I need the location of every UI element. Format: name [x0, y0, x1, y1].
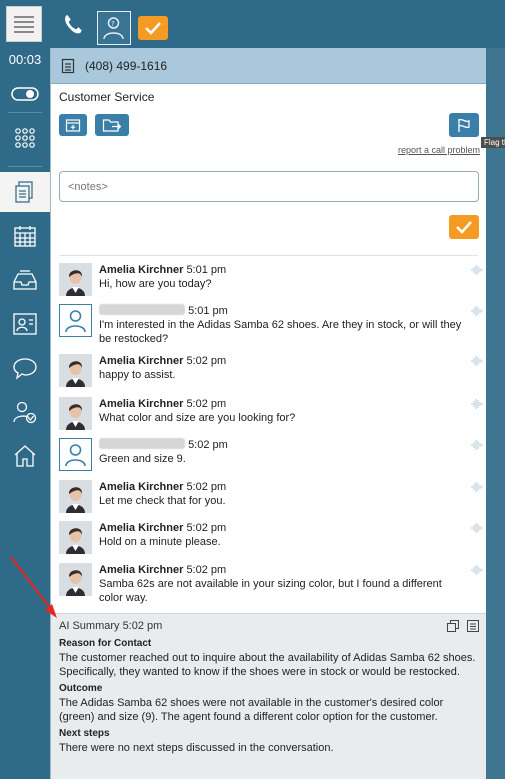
interaction-panel: (408) 499-1616 Customer Service report a…	[50, 48, 487, 779]
checkmark-icon	[145, 22, 161, 35]
message-text: Hi, how are you today?	[99, 278, 212, 290]
ready-check-button[interactable]	[138, 16, 168, 40]
call-timer: 00:03	[8, 52, 42, 67]
sidebar-item-agent-status[interactable]	[0, 392, 50, 432]
audio-wave-icon[interactable]	[471, 264, 483, 276]
message-sender: Amelia Kirchner	[99, 398, 184, 410]
notes-input[interactable]	[59, 171, 479, 202]
flag-tooltip: Flag the call	[481, 137, 505, 148]
redacted-customer-name	[99, 438, 185, 449]
flag-call-button[interactable]	[449, 113, 479, 137]
notes-icon[interactable]	[467, 620, 479, 632]
message-time: 5:02 pm	[186, 481, 227, 493]
chat-bubble-icon	[13, 358, 37, 380]
customer-avatar	[59, 304, 92, 337]
sidebar-item-dialpad[interactable]	[0, 118, 50, 158]
message-text: I'm interested in the Adidas Samba 62 sh…	[99, 319, 462, 345]
audio-wave-icon[interactable]	[471, 439, 483, 451]
audio-wave-icon[interactable]	[471, 305, 483, 317]
agent-person-icon: ?	[103, 17, 124, 40]
right-edge	[486, 48, 505, 779]
user-check-icon	[13, 401, 37, 424]
message-time: 5:01 pm	[188, 305, 228, 317]
calendar-add-icon	[65, 119, 81, 132]
audio-wave-icon[interactable]	[471, 564, 483, 576]
message-time: 5:01 pm	[186, 264, 227, 276]
svg-text:?: ?	[111, 20, 115, 28]
agent-avatar	[59, 480, 92, 513]
message-sender: Amelia Kirchner	[99, 355, 184, 367]
sidebar-item-inbox[interactable]	[0, 260, 50, 300]
message-sender: Amelia Kirchner	[99, 522, 184, 534]
audio-wave-icon[interactable]	[471, 398, 483, 410]
toggle-icon	[11, 87, 39, 101]
document-icon	[61, 58, 75, 73]
sidebar-item-calendar[interactable]	[0, 216, 50, 256]
message-text: Let me check that for you.	[99, 495, 226, 507]
dialpad-icon	[15, 128, 35, 148]
message-time: 5:02 pm	[188, 439, 228, 451]
message-time: 5:02 pm	[186, 564, 227, 576]
agent-avatar	[59, 521, 92, 554]
inbox-icon	[13, 270, 37, 290]
flag-icon	[458, 118, 470, 132]
audio-wave-icon[interactable]	[471, 481, 483, 493]
audio-wave-icon[interactable]	[471, 355, 483, 367]
phone-number: (408) 499-1616	[85, 58, 168, 73]
redacted-customer-name	[99, 304, 185, 315]
disposition-button[interactable]	[95, 114, 129, 136]
outcome-heading: Outcome	[59, 683, 103, 694]
message-time: 5:02 pm	[186, 355, 227, 367]
next-steps-text: There were no next steps discussed in th…	[59, 742, 334, 754]
sidebar-item-contacts[interactable]	[0, 304, 50, 344]
sidebar: 00:03	[0, 48, 50, 779]
reason-heading: Reason for Contact	[59, 638, 152, 649]
checkmark-icon	[456, 221, 472, 234]
agent-avatar	[59, 354, 92, 387]
phone-icon[interactable]	[60, 12, 86, 38]
message-text: happy to assist.	[99, 369, 176, 381]
sidebar-item-interactions[interactable]	[0, 172, 50, 212]
ai-summary: AI Summary 5:02 pm Reason for Contact Th…	[51, 613, 487, 779]
sidebar-item-home[interactable]	[0, 436, 50, 476]
divider	[59, 255, 478, 256]
agent-avatar	[59, 397, 92, 430]
sidebar-toggle[interactable]	[0, 74, 50, 114]
queue-name: Customer Service	[59, 90, 155, 104]
message-text: Samba 62s are not available in your sizi…	[99, 578, 442, 604]
agent-avatar	[59, 263, 92, 296]
agent-avatar	[59, 563, 92, 596]
message-text: Hold on a minute please.	[99, 536, 221, 548]
copy-icon[interactable]	[447, 620, 459, 632]
agent-status-button[interactable]: ?	[97, 11, 131, 45]
calendar-icon	[14, 226, 36, 247]
top-bar: ?	[0, 0, 505, 48]
save-notes-button[interactable]	[449, 215, 479, 239]
message-time: 5:02 pm	[186, 522, 227, 534]
outcome-text: The Adidas Samba 62 shoes were not avail…	[59, 697, 444, 723]
contact-card-icon	[13, 313, 37, 335]
schedule-callback-button[interactable]	[59, 114, 87, 136]
report-call-problem-link[interactable]: report a call problem	[398, 145, 480, 155]
audio-wave-icon[interactable]	[471, 522, 483, 534]
message-sender: Amelia Kirchner	[99, 264, 184, 276]
menu-button[interactable]	[6, 6, 42, 42]
message-sender: Amelia Kirchner	[99, 564, 184, 576]
sidebar-item-chat[interactable]	[0, 348, 50, 388]
summary-title: AI Summary 5:02 pm	[59, 620, 163, 632]
message-text: Green and size 9.	[99, 453, 186, 465]
documents-icon	[15, 181, 33, 203]
folder-arrow-icon	[102, 119, 122, 132]
message-sender: Amelia Kirchner	[99, 481, 184, 493]
customer-avatar	[59, 438, 92, 471]
message-time: 5:02 pm	[186, 398, 227, 410]
message-text: What color and size are you looking for?	[99, 412, 296, 424]
call-header: (408) 499-1616	[51, 48, 486, 84]
next-steps-heading: Next steps	[59, 728, 110, 739]
reason-text: The customer reached out to inquire abou…	[59, 652, 476, 678]
home-icon	[14, 445, 36, 467]
